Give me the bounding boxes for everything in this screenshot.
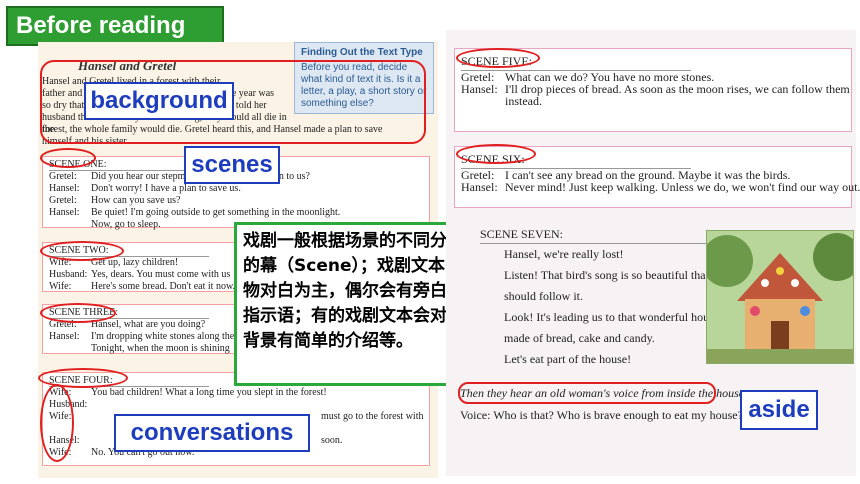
scene-one-highlight — [40, 148, 96, 168]
voice-line: Voice: Who is that? Who is brave enough … — [460, 408, 743, 422]
dialogue: soon. — [321, 435, 343, 446]
speaker: Gretel: — [49, 195, 77, 206]
dialogue: I'll drop pieces of bread. As soon as th… — [505, 82, 850, 96]
label-scenes: scenes — [184, 146, 280, 184]
speaker: Hansel: — [49, 331, 80, 342]
speaker: Wife: — [49, 281, 72, 292]
dialogue: must go to the forest with — [321, 411, 424, 422]
label-aside: aside — [740, 390, 818, 430]
scene-six-highlight — [456, 144, 536, 164]
dialogue: Listen! That bird's song is so beautiful… — [504, 268, 726, 282]
scene-two-highlight — [40, 241, 124, 261]
gingerbread-house-illustration — [706, 230, 854, 364]
dialogue: Don't worry! I have a plan to save us. — [91, 183, 241, 194]
dialogue: Never mind! Just keep walking. Unless we… — [505, 180, 860, 194]
dialogue: Tonight, when the moon is shining — [91, 343, 230, 354]
speaker: Hansel: — [461, 82, 498, 96]
speaker: Hansel: — [461, 180, 498, 194]
scene-three-highlight — [40, 303, 116, 323]
dialogue: Now, go to sleep. — [91, 219, 161, 230]
aside-highlight — [458, 382, 716, 404]
dialogue: Yes, dears. You must come with us — [91, 269, 231, 280]
label-background: background — [84, 82, 234, 120]
dialogue: Hansel, we're really lost! — [504, 247, 624, 261]
speaker: Husband: — [49, 269, 88, 280]
scene-five-highlight — [456, 48, 540, 68]
dialogue: made of bread, cake and candy. — [504, 331, 655, 345]
dialogue: should follow it. — [504, 289, 584, 303]
dialogue: Let's eat part of the house! — [504, 352, 632, 366]
speaker: Hansel: — [49, 207, 80, 218]
speaker: Gretel: — [49, 171, 77, 182]
scene-label: SCENE SEVEN: — [480, 226, 710, 244]
sidebar-heading: Finding Out the Text Type — [301, 47, 423, 58]
speakers-highlight — [40, 384, 74, 462]
dialogue: Be quiet! I'm going outside to get somet… — [91, 207, 341, 218]
label-conversations: conversations — [114, 414, 310, 452]
speaker: Hansel: — [49, 183, 80, 194]
dialogue: I'm dropping white stones along the way. — [91, 331, 256, 342]
scene-seven-box: SCENE SEVEN: Hansel, we're really lost! … — [454, 222, 726, 376]
page-title: Before reading — [6, 6, 224, 46]
dialogue: Hansel, what are you doing? — [91, 319, 206, 330]
dialogue: How can you save us? — [91, 195, 181, 206]
dialogue: instead. — [505, 94, 542, 108]
dialogue: You bad children! What a long time you s… — [91, 387, 327, 398]
dialogue: Here's some bread. Don't eat it now. — [91, 281, 236, 292]
dialogue: Look! It's leading us to that wonderful … — [504, 310, 720, 324]
